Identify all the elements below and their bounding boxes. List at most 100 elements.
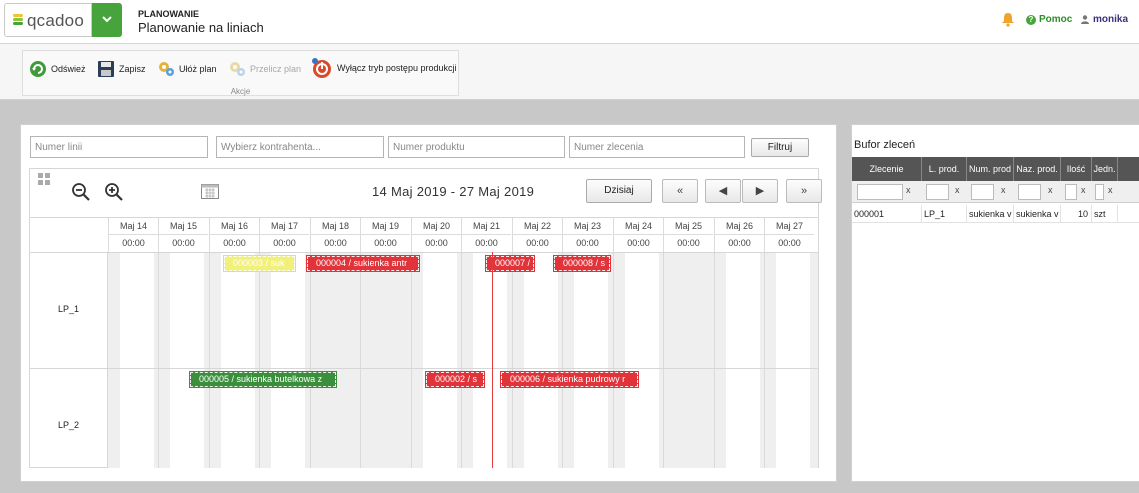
- triangle-right-icon: ▶: [755, 185, 765, 197]
- column-header-order[interactable]: Zlecenie: [852, 157, 922, 181]
- filter-product-name-input[interactable]: [1018, 184, 1041, 200]
- day-header: Maj 19 00:00: [360, 218, 410, 252]
- column-header-product-number[interactable]: Num. prod: [967, 157, 1014, 181]
- double-chevron-left-icon: «: [676, 185, 684, 197]
- ribbon: Odśwież Zapisz Ułóż plan Przelicz plan W…: [0, 44, 1139, 100]
- table-row[interactable]: 000001 LP_1 sukienka v sukienka v 10 szt: [852, 205, 1139, 223]
- clear-filter-icon[interactable]: x: [1048, 185, 1053, 195]
- column-header-unit[interactable]: Jedn.: [1092, 157, 1118, 181]
- cell-product-name: sukienka v: [1014, 205, 1061, 223]
- save-icon: [98, 61, 114, 77]
- progress-mode-button[interactable]: Wyłącz tryb postępu produkcji: [311, 57, 456, 79]
- refresh-icon: [30, 61, 46, 77]
- progress-mode-label: Wyłącz tryb postępu produkcji: [337, 63, 457, 73]
- actions-caption: Akcje: [230, 87, 251, 96]
- cell-product-number: sukienka v: [967, 205, 1014, 223]
- recalculate-plan-button[interactable]: Przelicz plan: [228, 60, 301, 78]
- arrange-plan-button[interactable]: Ułóż plan: [157, 60, 217, 78]
- day-header: Maj 16 00:00: [209, 218, 259, 252]
- user-name: monika: [1093, 14, 1129, 25]
- day-header: Maj 17 00:00: [259, 218, 309, 252]
- order-bar[interactable]: 000007 /: [485, 255, 535, 272]
- product-number-input[interactable]: Numer produktu: [388, 136, 565, 158]
- line-lane[interactable]: 000003 / suk 000004 / sukienka antr 0000…: [108, 252, 818, 368]
- arrange-label: Ułóż plan: [179, 64, 217, 74]
- clear-filter-icon[interactable]: x: [955, 185, 960, 195]
- save-label: Zapisz: [119, 64, 146, 74]
- page-title: Planowanie na liniach: [138, 20, 264, 35]
- cell-order: 000001: [852, 205, 922, 223]
- forward-far-button[interactable]: »: [786, 179, 822, 203]
- day-header: Maj 27 00:00: [764, 218, 814, 252]
- filter-quantity-input[interactable]: [1065, 184, 1077, 200]
- day-header: Maj 14 00:00: [108, 218, 158, 252]
- line-lane[interactable]: 000005 / sukienka butelkowa z 000002 / s…: [108, 368, 818, 468]
- day-header: Maj 22 00:00: [512, 218, 562, 252]
- order-bar[interactable]: 000006 / sukienka pudrowy r: [500, 371, 639, 388]
- recalculate-label: Przelicz plan: [250, 64, 302, 74]
- gears-icon: [159, 62, 174, 76]
- user-icon: [1081, 15, 1089, 24]
- buffer-table-header: Zlecenie L. prod. Num. prod Naz. prod. I…: [852, 157, 1139, 181]
- clear-filter-icon[interactable]: x: [1001, 185, 1006, 195]
- filter-button[interactable]: Filtruj: [751, 138, 809, 157]
- refresh-label: Odśwież: [51, 64, 86, 74]
- app-logo[interactable]: qcadoo: [4, 3, 92, 37]
- top-bar: qcadoo PLANOWANIE Planowanie na liniach …: [0, 0, 1139, 44]
- order-bar[interactable]: 000003 / suk: [223, 255, 296, 272]
- help-icon: ?: [1026, 14, 1036, 25]
- filter-product-number-input[interactable]: [971, 184, 994, 200]
- day-header: Maj 25 00:00: [663, 218, 713, 252]
- filter-order-input[interactable]: [857, 184, 903, 200]
- bell-icon[interactable]: [1001, 12, 1015, 27]
- calendar-icon[interactable]: [201, 183, 219, 199]
- order-bar[interactable]: 000008 / s: [553, 255, 611, 272]
- order-bar[interactable]: 000002 / s: [425, 371, 485, 388]
- cell-quantity: 10: [1061, 205, 1092, 223]
- actions-group: Odśwież Zapisz Ułóż plan Przelicz plan W…: [22, 50, 459, 96]
- chevron-down-icon: [102, 16, 112, 23]
- fit-view-icon[interactable]: [38, 173, 50, 185]
- day-header: Maj 21 00:00: [461, 218, 511, 252]
- day-header: Maj 20 00:00: [411, 218, 461, 252]
- help-label: Pomoc: [1039, 14, 1073, 25]
- day-header: Maj 23 00:00: [562, 218, 612, 252]
- forward-button[interactable]: ▶: [742, 179, 778, 203]
- current-time-line: [492, 252, 493, 468]
- order-number-input[interactable]: Numer zlecenia: [569, 136, 745, 158]
- breadcrumb-section: PLANOWANIE: [138, 9, 200, 19]
- back-far-button[interactable]: «: [662, 179, 698, 203]
- clear-filter-icon[interactable]: x: [906, 185, 911, 195]
- user-menu[interactable]: monika: [1081, 14, 1128, 25]
- day-header: Maj 15 00:00: [158, 218, 208, 252]
- refresh-button[interactable]: Odśwież: [29, 60, 86, 78]
- gears-icon: [230, 62, 245, 76]
- line-number-input[interactable]: Numer linii: [30, 136, 208, 158]
- contractor-input[interactable]: Wybierz kontrahenta...: [216, 136, 384, 158]
- cell-unit: szt: [1092, 205, 1118, 223]
- order-bar[interactable]: 000004 / sukienka antr: [306, 255, 420, 272]
- today-button[interactable]: Dzisiaj: [586, 179, 652, 203]
- clear-filter-icon[interactable]: x: [1108, 185, 1113, 195]
- day-header: Maj 24 00:00: [613, 218, 663, 252]
- line-label: LP_2: [30, 368, 108, 468]
- save-button[interactable]: Zapisz: [97, 60, 146, 78]
- date-range-label: 14 Maj 2019 - 27 Maj 2019: [372, 184, 535, 199]
- timeline-header: Maj 14 00:00 Maj 15 00:00 Maj 16 00:00 Maj …: [108, 218, 818, 252]
- filter-unit-input[interactable]: [1095, 184, 1104, 200]
- column-header-line[interactable]: L. prod.: [922, 157, 967, 181]
- filter-line-input[interactable]: [926, 184, 949, 200]
- line-label: LP_1: [30, 252, 108, 368]
- zoom-out-icon[interactable]: [72, 183, 90, 201]
- clear-filter-icon[interactable]: x: [1081, 185, 1086, 195]
- zoom-in-icon[interactable]: [105, 183, 123, 201]
- gantt-chart: 14 Maj 2019 - 27 Maj 2019 Dzisiaj « ◀ ▶ …: [29, 168, 822, 468]
- column-header-quantity[interactable]: Ilość: [1061, 157, 1092, 181]
- order-bar[interactable]: 000005 / sukienka butelkowa z: [189, 371, 337, 388]
- triangle-left-icon: ◀: [718, 185, 728, 197]
- column-header-product-name[interactable]: Naz. prod.: [1014, 157, 1061, 181]
- menu-toggle-button[interactable]: [92, 3, 122, 37]
- help-link[interactable]: ? Pomoc: [1026, 14, 1072, 25]
- back-button[interactable]: ◀: [705, 179, 741, 203]
- power-off-icon: [312, 58, 331, 78]
